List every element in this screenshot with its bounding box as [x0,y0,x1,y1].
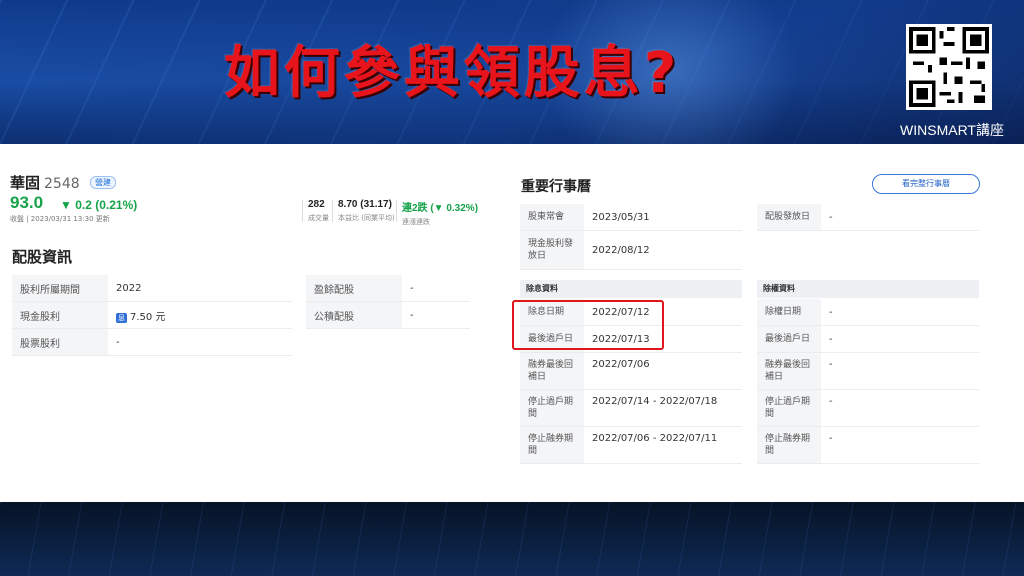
row-value: 2022/07/14 - 2022/07/18 [584,389,742,427]
ex-rights-header: 除權資料 [757,280,979,298]
row-key: 股東常會 [520,204,584,231]
row-key: 現金股利 [12,301,108,329]
row-value: 2022 [108,275,292,302]
ex-dividend-header: 除息資料 [520,280,742,298]
row-value: - [821,325,979,353]
stat-label: 本益比 (同業平均) [338,214,395,222]
table-row: 盈餘配股 - [306,275,470,302]
row-value: - [402,301,470,329]
row-key: 停止融券期間 [757,426,821,464]
row-key: 融券最後回補日 [520,352,584,390]
table-row: 停止過戶期間 - [757,389,979,427]
row-value: 2022/07/06 [584,352,742,390]
row-key: 配股發放日 [757,204,821,231]
industry-tag[interactable]: 營建 [90,176,116,189]
row-key: 停止融券期間 [520,426,584,464]
cash-dividend-value: 7.50 元 [130,311,166,323]
view-full-calendar-button[interactable]: 看完整行事曆 [872,174,980,194]
row-key: 停止過戶期間 [520,389,584,427]
stat-pe: 8.70 (31.17) 本益比 (同業平均) [338,199,395,223]
banner: 如何參與領股息? WINSMART講座 [0,0,1024,148]
row-key: 融券最後回補日 [757,352,821,390]
stat-divider [302,200,303,222]
row-value: - [821,204,979,231]
row-value: - [821,389,979,427]
row-value: 2023/05/31 [584,204,742,231]
ex-rights-table: 除權日期 - 最後過戶日 - 融券最後回補日 - 停止過戶期間 - 停止融券期間… [757,299,979,464]
price-change: ▼ 0.2 (0.21%) [60,198,138,212]
row-value: 2022/07/06 - 2022/07/11 [584,426,742,464]
table-row: 停止過戶期間 2022/07/14 - 2022/07/18 [520,389,742,427]
calendar-top-right-table: 配股發放日 - [757,204,979,231]
table-row: 融券最後回補日 - [757,352,979,390]
qr-code-icon [906,24,992,110]
stat-streak: 連2跌 (▼ 0.32%) 連漲連跌 [402,199,478,227]
stock-code: 2548 [44,176,80,192]
calendar-title: 重要行事曆 [521,179,591,195]
row-value: - [402,275,470,302]
row-value: - [821,426,979,464]
dividend-section-title: 配股資訊 [12,248,73,266]
row-value: - [821,299,979,326]
row-key: 股利所屬期間 [12,275,108,302]
dividend-table-right: 盈餘配股 - 公積配股 - [306,275,470,329]
brand-label: WINSMART講座 [900,122,1004,138]
row-key: 盈餘配股 [306,275,402,302]
stat-value: 連2跌 (▼ 0.32%) [402,203,479,214]
stat-volume: 282 成交量 [308,199,329,223]
table-row: 現金股利發放日 2022/08/12 [520,230,742,270]
table-row: 股票股利 - [12,328,292,356]
row-value: 2022/08/12 [584,230,742,270]
row-key: 股票股利 [12,328,108,356]
stat-divider [332,200,333,222]
stat-value: 282 [308,199,325,210]
page-title: 如何參與領股息? [223,41,681,106]
footer-background [0,502,1024,576]
dividend-table-left: 股利所屬期間 2022 現金股利 息 7.50 元 股票股利 - [12,275,292,356]
calendar-top-left-table: 股東常會 2023/05/31 現金股利發放日 2022/08/12 [520,204,742,270]
table-row: 公積配股 - [306,301,470,329]
table-row: 股利所屬期間 2022 [12,275,292,302]
row-value: - [108,328,292,356]
table-row: 除權日期 - [757,299,979,326]
table-row: 停止融券期間 2022/07/06 - 2022/07/11 [520,426,742,464]
table-row: 現金股利 息 7.50 元 [12,301,292,329]
row-key: 停止過戶期間 [757,389,821,427]
table-row: 停止融券期間 - [757,426,979,464]
row-key: 除權日期 [757,299,821,326]
table-row: 配股發放日 - [757,204,979,231]
table-row: 融券最後回補日 2022/07/06 [520,352,742,390]
stat-label: 連漲連跌 [402,218,430,226]
stock-name-text: 華固 [10,174,41,192]
close-timestamp: 收盤 | 2023/03/31 13:30 更新 [10,215,110,223]
stat-divider [396,200,397,222]
stock-name: 華固 2548 [10,172,80,193]
stock-price: 93.0 [10,193,44,212]
highlight-annotation-box [512,300,664,350]
row-key: 現金股利發放日 [520,230,584,270]
row-key: 公積配股 [306,301,402,329]
table-row: 股東常會 2023/05/31 [520,204,742,231]
row-value: - [821,352,979,390]
row-value: 息 7.50 元 [108,301,292,329]
stat-value: 8.70 (31.17) [338,199,392,210]
stat-label: 成交量 [308,214,329,222]
table-row: 最後過戶日 - [757,325,979,353]
row-key: 最後過戶日 [757,325,821,353]
cash-dividend-badge-icon: 息 [116,312,127,323]
